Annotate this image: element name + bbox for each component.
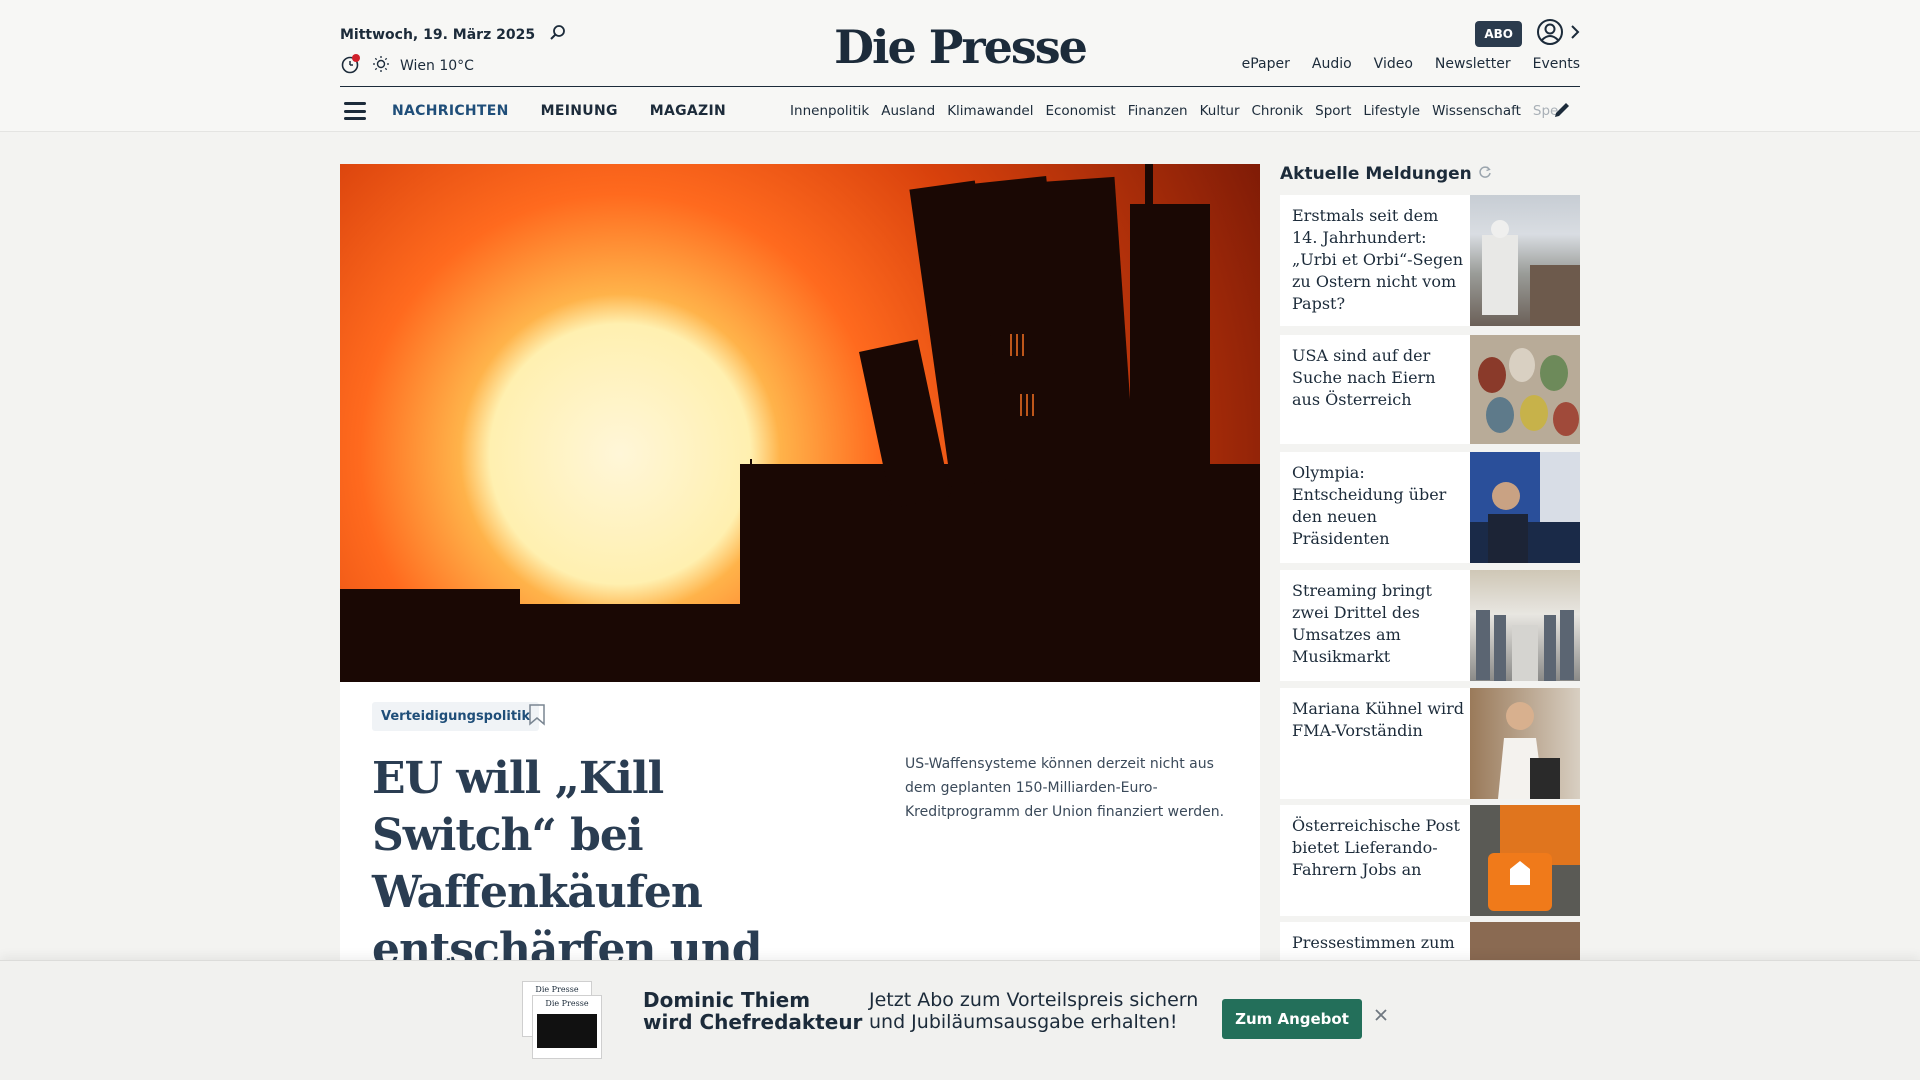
nav-klimawandel[interactable]: Klimawandel: [947, 103, 1033, 119]
close-icon[interactable]: [1373, 1007, 1389, 1027]
link-newsletter[interactable]: Newsletter: [1435, 56, 1511, 72]
banner-headline: Dominic Thiem wird Chefredakteur: [643, 988, 863, 1034]
news-item-title[interactable]: Mariana Kühnel wird FMA-Vorständin: [1292, 698, 1467, 742]
nav-economist[interactable]: Economist: [1045, 103, 1115, 119]
news-item[interactable]: Streaming bringt zwei Drittel des Umsatz…: [1280, 570, 1580, 681]
link-audio[interactable]: Audio: [1312, 56, 1352, 72]
banner-text: Jetzt Abo zum Vorteilspreis sichern und …: [869, 989, 1199, 1033]
abo-button[interactable]: ABO: [1475, 21, 1522, 47]
nav-wissenschaft[interactable]: Wissenschaft: [1432, 103, 1521, 119]
menu-icon[interactable]: [340, 100, 370, 122]
news-item[interactable]: Olympia: Entscheidung über den neuen Prä…: [1280, 452, 1580, 563]
nav-nachrichten[interactable]: NACHRICHTEN: [392, 103, 509, 119]
news-item-thumbnail[interactable]: [1470, 570, 1580, 681]
nav-lifestyle[interactable]: Lifestyle: [1363, 103, 1420, 119]
bookmark-icon[interactable]: [528, 704, 546, 730]
subscription-banner: Die Presse Die Presse Dominic Thiem wird…: [0, 960, 1920, 1080]
account-area: ABO: [1475, 18, 1580, 50]
main-nav: NACHRICHTEN MEINUNG MAGAZIN Innenpolitik…: [340, 92, 1580, 130]
news-item-title[interactable]: Erstmals seit dem 14. Jahrhundert: „Urbi…: [1292, 205, 1467, 315]
newspaper-image: Die Presse: [532, 995, 602, 1059]
news-item-title[interactable]: Streaming bringt zwei Drittel des Umsatz…: [1292, 580, 1467, 668]
nav-sport[interactable]: Sport: [1315, 103, 1351, 119]
nav-main-sections: NACHRICHTEN MEINUNG MAGAZIN: [392, 103, 726, 119]
nav-kultur[interactable]: Kultur: [1200, 103, 1240, 119]
nav-magazin[interactable]: MAGAZIN: [650, 103, 726, 119]
pencil-icon[interactable]: [1552, 100, 1572, 124]
news-item[interactable]: Österreichische Post bietet Lieferando-F…: [1280, 805, 1580, 916]
article-teaser: US-Waffensysteme können derzeit nicht au…: [905, 756, 1225, 820]
refresh-icon[interactable]: [1478, 164, 1492, 184]
user-icon[interactable]: [1536, 18, 1564, 50]
link-events[interactable]: Events: [1533, 56, 1580, 72]
news-item[interactable]: USA sind auf der Suche nach Eiern aus Ös…: [1280, 335, 1580, 444]
sidebar-title: Aktuelle Meldungen: [1280, 164, 1492, 184]
nav-sub-sections: Innenpolitik Ausland Klimawandel Economi…: [790, 103, 1560, 119]
nav-innenpolitik[interactable]: Innenpolitik: [790, 103, 869, 119]
newspaper-label: Die Presse: [535, 985, 579, 994]
news-item-title[interactable]: Olympia: Entscheidung über den neuen Prä…: [1292, 462, 1467, 550]
nav-chronik[interactable]: Chronik: [1252, 103, 1304, 119]
nav-meinung[interactable]: MEINUNG: [541, 103, 618, 119]
site-header: Mittwoch, 19. März 2025 Wien 10°C Die Pr…: [0, 0, 1920, 132]
news-item-title[interactable]: USA sind auf der Suche nach Eiern aus Ös…: [1292, 345, 1467, 411]
news-item[interactable]: Mariana Kühnel wird FMA-Vorständin: [1280, 688, 1580, 799]
newspaper-label: Die Presse: [545, 999, 589, 1008]
chevron-right-icon[interactable]: [1570, 24, 1580, 44]
top-links: ePaper Audio Video Newsletter Events: [1242, 56, 1580, 72]
site-logo[interactable]: Die Presse: [0, 20, 1920, 74]
news-item[interactable]: Erstmals seit dem 14. Jahrhundert: „Urbi…: [1280, 195, 1580, 326]
news-item-thumbnail[interactable]: [1470, 805, 1580, 916]
article-category-tag[interactable]: Verteidigungspolitik: [372, 702, 540, 731]
hero-image[interactable]: [340, 164, 1260, 682]
news-item-title[interactable]: Österreichische Post bietet Lieferando-F…: [1292, 815, 1467, 881]
news-item-thumbnail[interactable]: [1470, 335, 1580, 444]
link-epaper[interactable]: ePaper: [1242, 56, 1290, 72]
article-card[interactable]: Verteidigungspolitik EU will „Kill Switc…: [340, 682, 1260, 1032]
news-item-title[interactable]: Pressestimmen zum: [1292, 932, 1467, 954]
nav-ausland[interactable]: Ausland: [881, 103, 935, 119]
news-item-thumbnail[interactable]: [1470, 195, 1580, 326]
link-video[interactable]: Video: [1374, 56, 1413, 72]
news-item-thumbnail[interactable]: [1470, 688, 1580, 799]
news-item-thumbnail[interactable]: [1470, 452, 1580, 563]
offer-button[interactable]: Zum Angebot: [1222, 999, 1362, 1039]
nav-finanzen[interactable]: Finanzen: [1128, 103, 1188, 119]
header-divider: [340, 86, 1580, 87]
sidebar-title-text: Aktuelle Meldungen: [1280, 164, 1472, 184]
